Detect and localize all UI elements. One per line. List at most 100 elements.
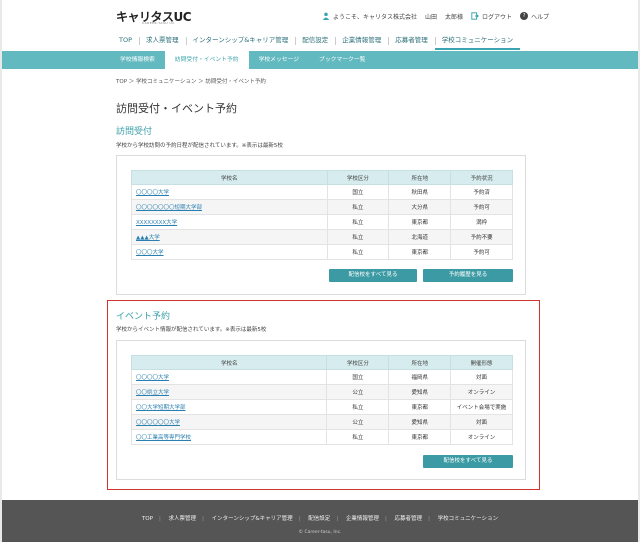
page: キャリタスUC CAREER-TASU UC ようこそ、キャリタス株式会社 山田… bbox=[2, 0, 638, 542]
subnav-visit-event[interactable]: 訪問受付・イベント予約 bbox=[164, 51, 249, 69]
copyright: © Career-tasu, Inc. bbox=[298, 530, 342, 535]
location: 愛知県 bbox=[388, 384, 452, 400]
location: 秋田県 bbox=[388, 184, 452, 200]
footer-link-company-info[interactable]: 企業情報管理 bbox=[346, 516, 379, 522]
footer-link-top[interactable]: TOP bbox=[142, 516, 153, 522]
user-last-name: 山田 bbox=[425, 13, 438, 21]
school-link[interactable]: 〇〇〇〇大学 bbox=[136, 190, 169, 196]
table-row: 〇〇〇大学 私立 東京都 予約可 bbox=[131, 244, 513, 260]
school-type: 私立 bbox=[326, 399, 390, 415]
footer-link-job-posting[interactable]: 求人票管理 bbox=[169, 516, 197, 522]
logout-link[interactable]: ログアウト bbox=[471, 12, 512, 21]
breadcrumb[interactable]: TOP ＞ 学校コミュニケーション ＞ 訪問受付・イベント予約 bbox=[116, 77, 266, 85]
location: 東京都 bbox=[388, 429, 452, 445]
col-reservation-status: 予約状況 bbox=[450, 170, 513, 185]
user-first-name: 太郎様 bbox=[445, 13, 464, 21]
table-row: 〇〇〇〇〇〇大学 公立 愛知県 対面 bbox=[130, 414, 513, 430]
logout-icon bbox=[471, 12, 479, 20]
greeting-text: ようこそ、キャリタス株式会社 bbox=[333, 13, 418, 21]
visit-table: 学校名 学校区分 所在地 予約状況 〇〇〇〇大学 国立 秋田県 予約済 〇〇〇〇… bbox=[131, 170, 513, 260]
footer-link-internship[interactable]: インターンシップ&キャリア管理 bbox=[212, 516, 293, 522]
subnav-school-search[interactable]: 学校情報検索 bbox=[110, 51, 165, 69]
reservation-status: 予約不要 bbox=[450, 229, 513, 245]
col-event-format: 開催形態 bbox=[450, 355, 513, 370]
school-link[interactable]: 〇〇〇〇大学 bbox=[136, 375, 169, 381]
logo-subtitle: CAREER-TASU UC bbox=[142, 21, 175, 25]
reservation-status: 予約可 bbox=[450, 199, 513, 215]
subnav-school-message[interactable]: 学校メッセージ bbox=[249, 51, 309, 69]
reservation-history-button[interactable]: 予約履歴を見る bbox=[423, 269, 513, 282]
location: 大分県 bbox=[388, 199, 452, 215]
school-type: 私立 bbox=[326, 199, 390, 215]
table-row: ▲▲▲大学 私立 北海道 予約不要 bbox=[131, 229, 513, 245]
footer-link-distribution[interactable]: 配信設定 bbox=[308, 516, 330, 522]
footer-links: TOP | 求人票管理 | インターンシップ&キャリア管理 | 配信設定 | 企業情報管… bbox=[141, 516, 499, 522]
table-row: XXXXXXXX大学 私立 東京都 満枠 bbox=[131, 214, 513, 230]
main-nav: TOP 求人票管理 インターンシップ&キャリア管理 配信設定 企業情報管理 応募… bbox=[2, 32, 638, 50]
table-row: 〇〇大学短期大学部 私立 東京都 イベント会場で実施 bbox=[130, 399, 513, 415]
school-link[interactable]: XXXXXXXX大学 bbox=[136, 220, 177, 226]
visit-section-title: 訪問受付 bbox=[116, 127, 153, 137]
footer-link-school-communication[interactable]: 学校コミュニケーション bbox=[438, 516, 498, 522]
user-icon bbox=[322, 12, 330, 20]
col-location: 所在地 bbox=[388, 355, 452, 370]
table-row: 〇〇〇〇大学 国立 秋田県 予約済 bbox=[131, 184, 513, 200]
col-school-name: 学校名 bbox=[130, 355, 328, 370]
location: 福岡県 bbox=[388, 369, 452, 385]
col-location: 所在地 bbox=[388, 170, 452, 185]
help-label: ヘルプ bbox=[531, 13, 550, 21]
table-row: 〇〇〇〇大学 国立 福岡県 対面 bbox=[130, 369, 513, 385]
footer: TOP | 求人票管理 | インターンシップ&キャリア管理 | 配信設定 | 企業情報管… bbox=[2, 500, 638, 542]
location: 東京都 bbox=[388, 399, 452, 415]
footer-link-applicants[interactable]: 応募者管理 bbox=[395, 516, 423, 522]
school-type: 公立 bbox=[326, 414, 390, 430]
event-format: オンライン bbox=[450, 384, 513, 400]
school-link[interactable]: 〇〇大学短期大学部 bbox=[136, 405, 186, 411]
nav-internship[interactable]: インターンシップ&キャリア管理 bbox=[185, 32, 296, 50]
school-type: 国立 bbox=[326, 184, 390, 200]
col-school-type: 学校区分 bbox=[326, 355, 390, 370]
subnav-bookmarks[interactable]: ブックマーク一覧 bbox=[309, 51, 375, 69]
nav-company-info[interactable]: 企業情報管理 bbox=[335, 32, 388, 50]
header: キャリタスUC CAREER-TASU UC ようこそ、キャリタス株式会社 山田… bbox=[2, 0, 638, 32]
nav-applicants[interactable]: 応募者管理 bbox=[388, 32, 435, 50]
event-section-title: イベント予約 bbox=[116, 312, 171, 322]
school-type: 私立 bbox=[326, 429, 390, 445]
event-format: オンライン bbox=[450, 429, 513, 445]
table-row: 〇〇〇〇〇〇〇短期大学部 私立 大分県 予約可 bbox=[131, 199, 513, 215]
location: 愛知県 bbox=[388, 414, 452, 430]
user-area: ようこそ、キャリタス株式会社 山田 太郎様 ログアウト ? ヘルプ bbox=[322, 10, 549, 22]
event-table: 学校名 学校区分 所在地 開催形態 〇〇〇〇大学 国立 福岡県 対面 〇〇県立大… bbox=[130, 355, 513, 445]
visit-card: 学校名 学校区分 所在地 予約状況 〇〇〇〇大学 国立 秋田県 予約済 〇〇〇〇… bbox=[116, 155, 526, 295]
view-all-event-schools-button[interactable]: 配信校をすべて見る bbox=[423, 455, 513, 468]
event-card: 学校名 学校区分 所在地 開催形態 〇〇〇〇大学 国立 福岡県 対面 〇〇県立大… bbox=[116, 340, 526, 480]
school-type: 私立 bbox=[326, 244, 390, 260]
event-format: イベント会場で実施 bbox=[450, 399, 513, 415]
nav-distribution[interactable]: 配信設定 bbox=[295, 32, 335, 50]
school-link[interactable]: 〇〇〇〇〇〇〇短期大学部 bbox=[136, 205, 202, 211]
nav-school-communication[interactable]: 学校コミュニケーション bbox=[434, 32, 521, 50]
school-link[interactable]: ▲▲▲大学 bbox=[136, 235, 160, 241]
reservation-status: 予約可 bbox=[450, 244, 513, 260]
event-format: 対面 bbox=[450, 369, 513, 385]
col-school-type: 学校区分 bbox=[326, 170, 390, 185]
help-link[interactable]: ? ヘルプ bbox=[520, 12, 549, 21]
school-type: 公立 bbox=[326, 384, 390, 400]
school-type: 私立 bbox=[326, 229, 390, 245]
col-school-name: 学校名 bbox=[131, 170, 328, 185]
sub-nav: 学校情報検索 訪問受付・イベント予約 学校メッセージ ブックマーク一覧 bbox=[2, 51, 638, 69]
reservation-status: 予約済 bbox=[450, 184, 513, 200]
reservation-status: 満枠 bbox=[450, 214, 513, 230]
nav-job-posting[interactable]: 求人票管理 bbox=[139, 32, 186, 50]
event-section-desc: 学校からイベント情報が配信されています。※表示は最新5校 bbox=[116, 327, 267, 333]
view-all-schools-button[interactable]: 配信校をすべて見る bbox=[329, 269, 417, 282]
school-link[interactable]: 〇〇〇〇〇〇大学 bbox=[136, 420, 180, 426]
school-link[interactable]: 〇〇県立大学 bbox=[136, 390, 169, 396]
school-link[interactable]: 〇〇工業高等専門学校 bbox=[136, 435, 191, 441]
table-row: 〇〇県立大学 公立 愛知県 オンライン bbox=[130, 384, 513, 400]
location: 東京都 bbox=[388, 214, 452, 230]
nav-top[interactable]: TOP bbox=[112, 32, 139, 50]
school-link[interactable]: 〇〇〇大学 bbox=[136, 250, 164, 256]
school-type: 私立 bbox=[326, 214, 390, 230]
table-row: 〇〇工業高等専門学校 私立 東京都 オンライン bbox=[130, 429, 513, 445]
